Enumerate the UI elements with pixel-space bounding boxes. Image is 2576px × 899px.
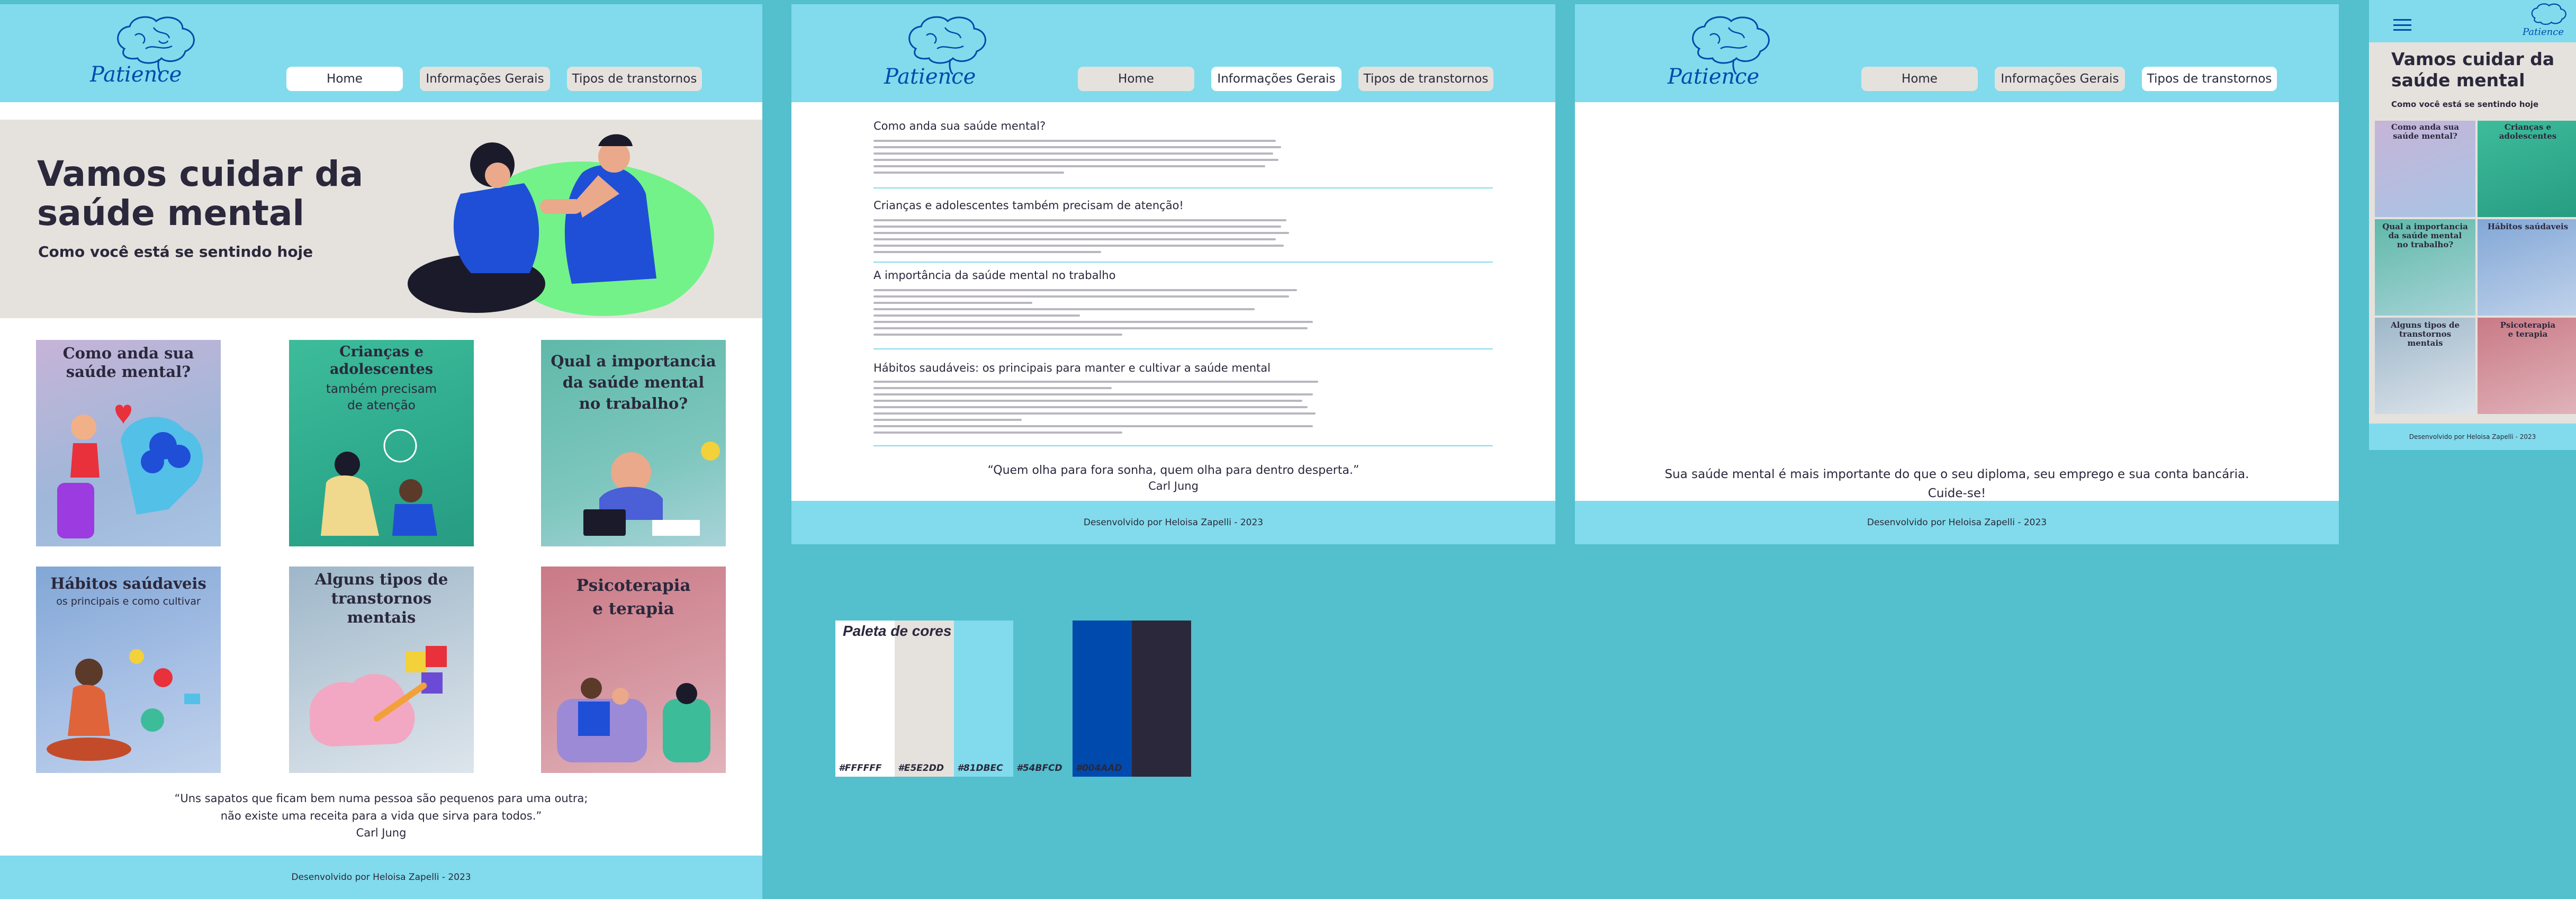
site-header: Patience Home Informações Gerais Tipos d… [791,4,1555,102]
brand-name[interactable]: Patience [2523,26,2564,38]
section-divider [873,348,1493,349]
card-title: Crianças e adolescentes [329,344,434,377]
info-quote-author: Carl Jung [1148,480,1199,492]
brand-name[interactable]: Patience [1668,65,1759,89]
nav-info[interactable]: Informações Gerais [420,67,550,91]
card-criancas[interactable]: Crianças e adolescentes também precisam … [289,340,474,546]
mobile-card-saude[interactable]: Como anda sua saúde mental? [2375,121,2475,217]
card-title: Qual a importancia da saúde mental no tr… [551,352,716,412]
card-title: Alguns tipos de transtornos mentais [2390,320,2460,348]
hamburger-menu-icon[interactable] [2393,19,2411,31]
mobile-card-trabalho[interactable]: Qual a importancia da saúde mental no tr… [2375,219,2475,316]
section-title: Crianças e adolescentes também precisam … [873,199,1184,212]
swatch-ffffff: #FFFFFF [835,621,895,777]
card-saude-mental[interactable]: Como anda sua saúde mental? [36,340,221,546]
card-transtornos[interactable]: Alguns tipos de transtornos mentais [289,567,474,773]
hero-subtitle: Como você está se sentindo hoje [38,243,313,260]
mobile-card-transtornos[interactable]: Alguns tipos de transtornos mentais [2375,318,2475,414]
site-footer: Desenvolvido por Heloisa Zapelli - 2023 [791,501,1555,544]
card-title: Hábitos saúdaveis [50,574,206,592]
info-quote: “Quem olha para fora sonha, quem olha pa… [987,464,1359,477]
swatch-e5e2dd: #E5E2DD [895,621,954,777]
site-header: Patience Home Informações Gerais Tipos d… [0,4,762,102]
swatch-004aad: #004AAD [1073,621,1132,777]
card-title: Como anda sua saúde mental? [62,344,194,381]
home-page-mockup: Patience Home Informações Gerais Tipos d… [0,4,762,899]
nav-info[interactable]: Informações Gerais [1211,67,1341,91]
swatch-label: #FFFFFF [839,763,882,774]
card-title: Crianças e adolescentes [2499,122,2557,141]
brand-name[interactable]: Patience [90,62,182,87]
types-message: Sua saúde mental é mais importante do qu… [1664,468,2249,500]
swatch-2b283c: #2B283C [1132,621,1191,777]
brand-name[interactable]: Patience [884,65,976,89]
section-divider [873,187,1493,188]
mobile-header: Patience [2369,0,2576,42]
section-title: A importância da saúde mental no trabalh… [873,269,1116,282]
swatch-label: #004AAD [1076,763,1122,774]
nav-home[interactable]: Home [1078,67,1194,91]
site-footer: Desenvolvido por Heloisa Zapelli - 2023 [1575,501,2339,544]
nav-types[interactable]: Tipos de transtornos [1358,67,1493,91]
info-page-mockup: Patience Home Informações Gerais Tipos d… [791,4,1555,544]
mobile-card-criancas[interactable]: Crianças e adolescentes [2478,121,2576,217]
main-nav: Home Informações Gerais Tipos de transto… [286,67,702,91]
mobile-hero-title: Vamos cuidar da saúde mental [2391,49,2555,91]
card-subtitle: os principais e como cultivar [56,596,201,607]
nav-types[interactable]: Tipos de transtornos [2142,67,2277,91]
mobile-hero-subtitle: Como você está se sentindo hoje [2391,100,2539,109]
card-psicoterapia[interactable]: Psicoterapia e terapia [541,567,726,773]
swatch-label: #81DBEC [957,763,1003,774]
hero-title: Vamos cuidar da saúde mental [37,154,364,233]
section-divider [873,445,1493,446]
card-trabalho[interactable]: Qual a importancia da saúde mental no tr… [541,340,726,546]
card-subtitle: também precisam de atenção [326,382,437,412]
swatch-54bfcd: #54BFCD [1013,621,1073,777]
nav-home[interactable]: Home [286,67,403,91]
hero-banner: Vamos cuidar da saúde mental Como você e… [0,120,762,318]
info-section: Como anda sua saúde mental? [873,120,1493,191]
info-section: Crianças e adolescentes também precisam … [873,199,1493,263]
main-nav: Home Informações Gerais Tipos de transto… [1861,67,2277,91]
mobile-card-habitos[interactable]: Hábitos saúdaveis [2478,219,2576,316]
info-section: A importância da saúde mental no trabalh… [873,269,1493,354]
mobile-home-mockup: Patience Vamos cuidar da saúde mental Co… [2369,0,2576,450]
site-footer: Desenvolvido por Heloisa Zapelli - 2023 [0,856,762,899]
nav-home[interactable]: Home [1861,67,1978,91]
card-habitos[interactable]: Hábitos saúdaveis os principais e como c… [36,567,221,773]
mobile-footer: Desenvolvido por Heloisa Zapelli - 2023 [2369,424,2576,450]
nav-types[interactable]: Tipos de transtornos [567,67,702,91]
home-quote: “Uns sapatos que ficam bem numa pessoa s… [174,792,588,822]
card-title: Como anda sua saúde mental? [2391,122,2460,141]
site-header: Patience Home Informações Gerais Tipos d… [1575,4,2339,102]
palette-title: Paleta de cores [843,623,952,639]
mobile-card-psicoterapia[interactable]: Psicoterapia e terapia [2478,318,2576,414]
section-title: Como anda sua saúde mental? [873,120,1046,132]
hug-illustration-icon [408,134,714,316]
swatch-label: #2B283C [1135,763,1180,774]
swatch-label: #54BFCD [1016,763,1062,774]
card-title: Psicoterapia e terapia [2500,320,2556,339]
card-title: Hábitos saúdaveis [2487,222,2569,231]
section-title: Hábitos saudáveis: os principais para ma… [873,362,1271,374]
section-divider [873,262,1493,263]
main-nav: Home Informações Gerais Tipos de transto… [1078,67,1493,91]
swatch-label: #E5E2DD [898,763,944,774]
types-page-mockup: Patience Home Informações Gerais Tipos d… [1575,4,2339,544]
card-title: Psicoterapia e terapia [576,576,691,618]
info-section: Hábitos saudáveis: os principais para ma… [873,362,1493,449]
brain-logo-icon[interactable] [2528,1,2570,30]
nav-info[interactable]: Informações Gerais [1995,67,2125,91]
home-quote-author: Carl Jung [356,826,407,839]
card-title: Qual a importancia da saúde mental no tr… [2382,222,2468,249]
swatch-81dbec: #81DBEC [954,621,1013,777]
card-title: Alguns tipos de transtornos mentais [314,570,448,626]
